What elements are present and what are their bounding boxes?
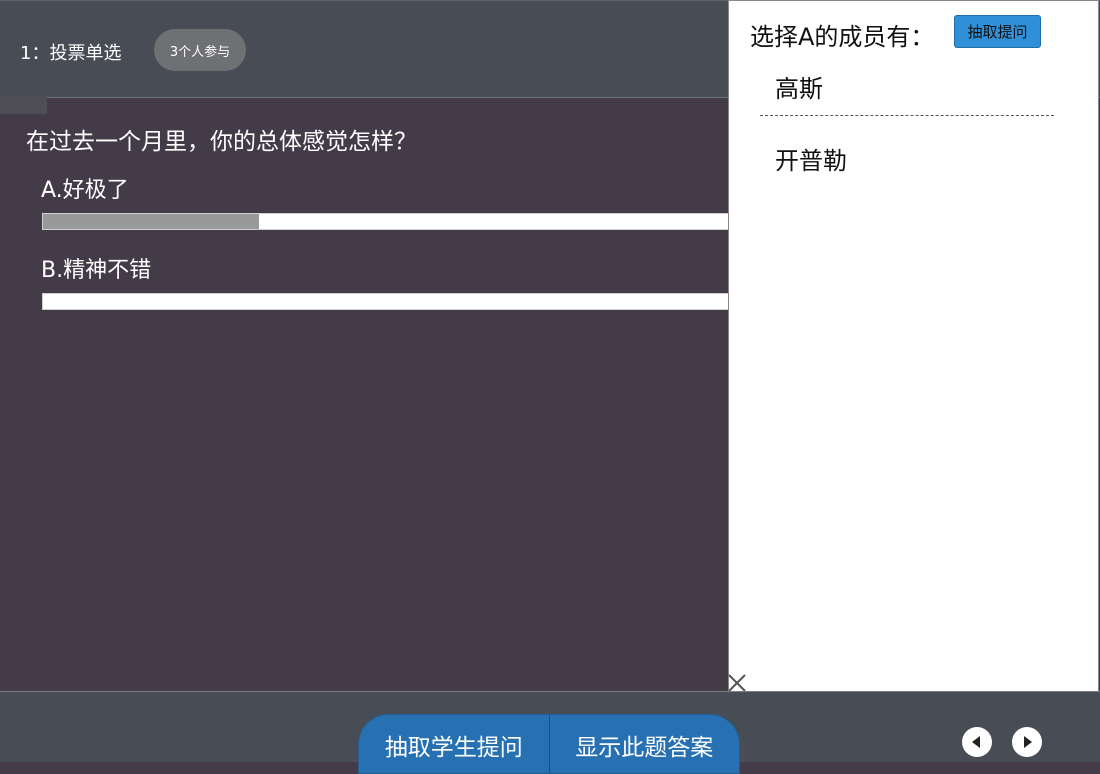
member-item: 高斯 xyxy=(775,75,823,103)
member-divider xyxy=(760,115,1054,116)
tab-marker xyxy=(0,96,47,114)
option-b-label: B.精神不错 xyxy=(41,258,152,283)
option-b-result-bar xyxy=(42,293,742,310)
participants-badge: 3个人参与 xyxy=(154,29,246,71)
option-a-result-bar xyxy=(42,213,742,230)
bottom-toolbar: 抽取学生提问 显示此题答案 xyxy=(0,691,1100,774)
question-text: 在过去一个月里，你的总体感觉怎样？ xyxy=(26,129,417,155)
option-a-label: A.好极了 xyxy=(41,178,129,203)
chevron-left-icon[interactable] xyxy=(962,727,992,757)
selected-members-panel: 选择A的成员有： 抽取提问 高斯 开普勒 xyxy=(728,0,1099,692)
pick-student-button[interactable]: 抽取学生提问 xyxy=(359,715,549,773)
show-answer-button[interactable]: 显示此题答案 xyxy=(548,715,739,773)
action-button-group: 抽取学生提问 显示此题答案 xyxy=(358,714,740,774)
member-item: 开普勒 xyxy=(775,147,847,175)
option-a-result-fill xyxy=(43,214,260,229)
question-title: 1：投票单选 xyxy=(20,43,122,64)
chevron-right-icon[interactable] xyxy=(1012,727,1042,757)
panel-heading: 选择A的成员有： xyxy=(750,23,935,51)
pick-question-button[interactable]: 抽取提问 xyxy=(954,15,1041,48)
